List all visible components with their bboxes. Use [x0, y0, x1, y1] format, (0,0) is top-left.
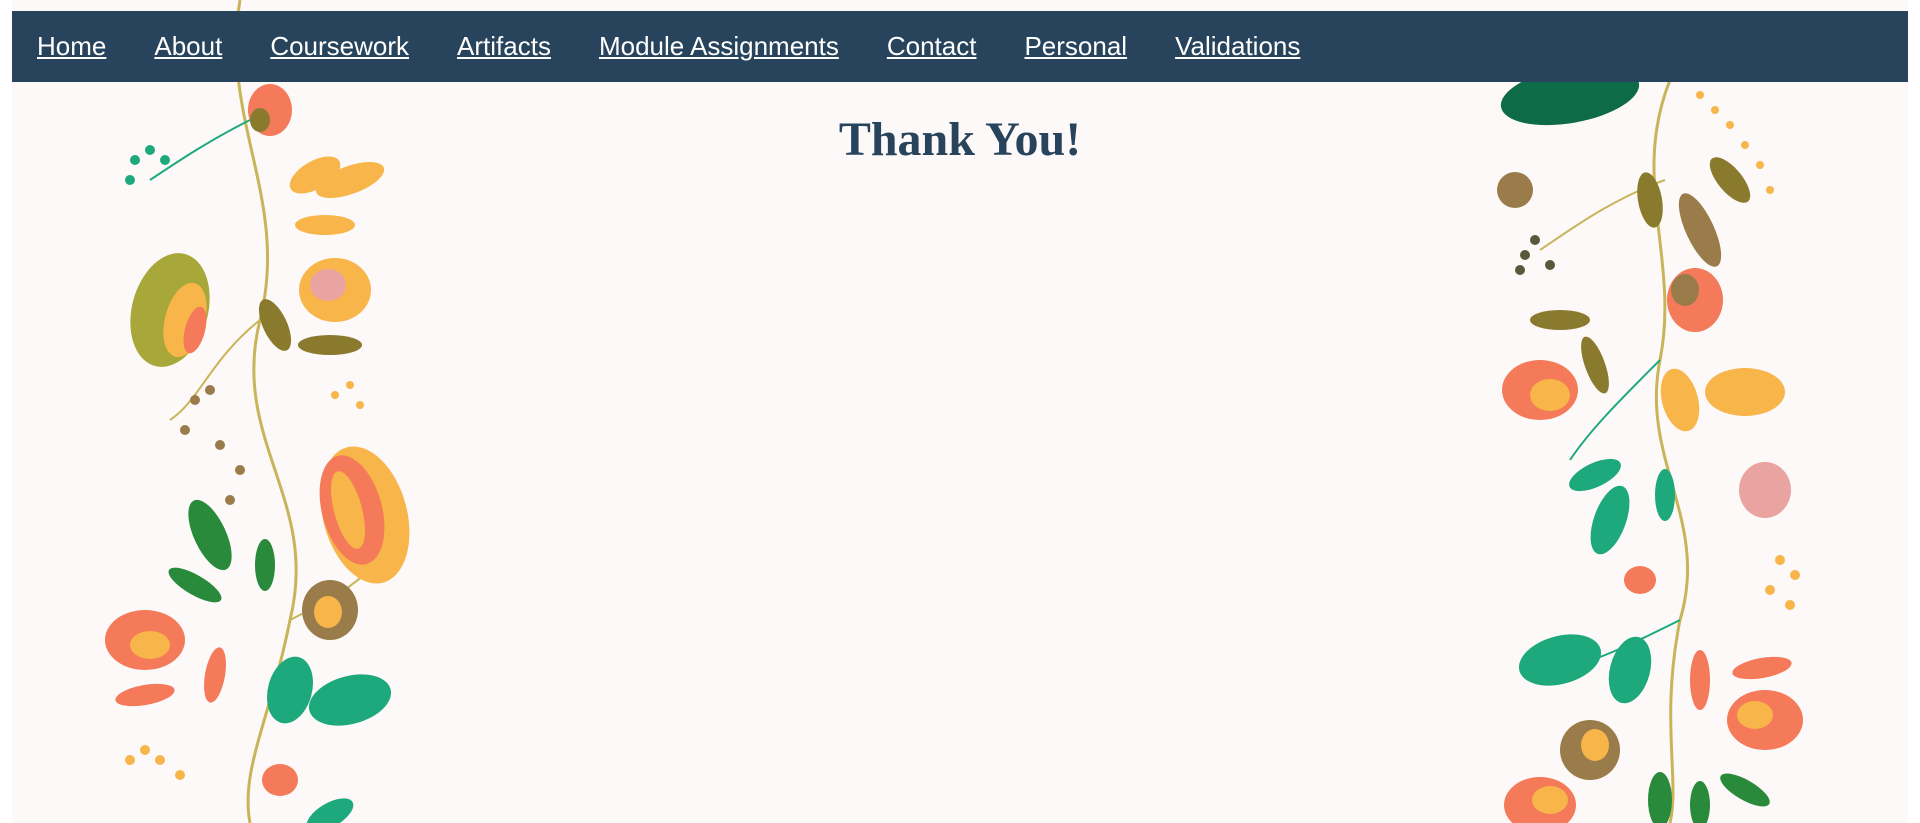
nav-link-validations[interactable]: Validations: [1175, 31, 1300, 62]
nav-link-module-assignments[interactable]: Module Assignments: [599, 31, 839, 62]
top-navigation-bar: Home About Coursework Artifacts Module A…: [12, 11, 1908, 82]
nav-link-artifacts[interactable]: Artifacts: [457, 31, 551, 62]
nav-link-home[interactable]: Home: [37, 31, 106, 62]
nav-link-personal[interactable]: Personal: [1024, 31, 1127, 62]
nav-link-contact[interactable]: Contact: [887, 31, 977, 62]
nav-link-about[interactable]: About: [154, 31, 222, 62]
nav-link-coursework[interactable]: Coursework: [270, 31, 409, 62]
page: Home About Coursework Artifacts Module A…: [0, 0, 1920, 823]
page-title: Thank You!: [838, 113, 1082, 166]
